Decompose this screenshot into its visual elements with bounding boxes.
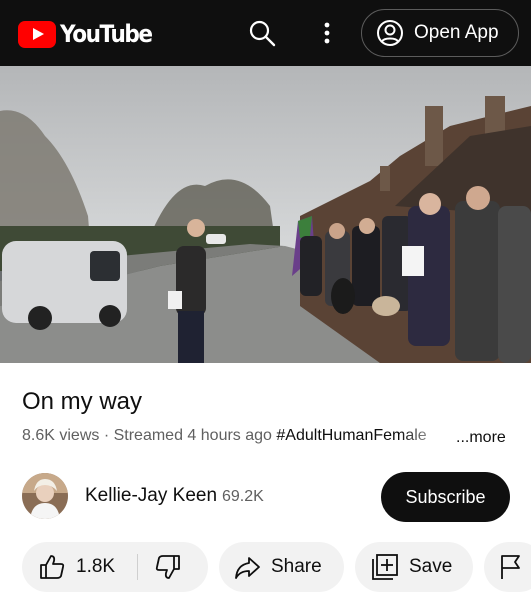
share-arrow-icon xyxy=(235,557,260,579)
report-button[interactable] xyxy=(484,542,531,592)
open-app-label: Open App xyxy=(414,22,499,43)
more-link[interactable]: ...more xyxy=(456,429,506,447)
search-icon[interactable] xyxy=(248,19,276,47)
flag-icon xyxy=(501,555,520,579)
save-button[interactable]: Save xyxy=(355,542,473,592)
video-player[interactable] xyxy=(0,66,531,363)
save-label: Save xyxy=(409,556,453,577)
share-button[interactable]: Share xyxy=(219,542,344,592)
channel-avatar[interactable] xyxy=(22,473,68,519)
like-dislike-pill: 1.8K xyxy=(22,542,208,592)
thumb-up-icon[interactable] xyxy=(38,553,66,581)
streamed-time: Streamed 4 hours ago xyxy=(113,427,272,444)
video-title: On my way xyxy=(22,388,143,415)
account-circle-icon xyxy=(377,20,403,46)
top-app-bar: YouTube Open App xyxy=(0,0,531,66)
view-count: 8.6K views xyxy=(22,427,100,444)
youtube-logo[interactable]: YouTube xyxy=(18,19,162,49)
like-divider xyxy=(137,554,138,580)
youtube-play-icon xyxy=(18,20,56,48)
video-meta[interactable]: 8.6K views · Streamed 4 hours ago #Adult… xyxy=(22,427,452,445)
channel-name[interactable]: Kellie-Jay Keen xyxy=(85,485,217,507)
more-vert-icon[interactable] xyxy=(318,19,336,47)
open-app-button[interactable]: Open App xyxy=(361,9,519,57)
meta-fade xyxy=(400,424,452,446)
subscribe-button[interactable]: Subscribe xyxy=(381,472,510,522)
playlist-add-icon xyxy=(372,554,398,580)
subscriber-count: 69.2K xyxy=(222,488,264,505)
video-thumbnail xyxy=(0,66,531,363)
like-count[interactable]: 1.8K xyxy=(76,556,115,578)
youtube-logo-text: YouTube xyxy=(60,20,153,48)
meta-separator: · xyxy=(103,427,110,444)
thumb-down-icon[interactable] xyxy=(154,553,182,581)
share-label: Share xyxy=(271,556,322,577)
